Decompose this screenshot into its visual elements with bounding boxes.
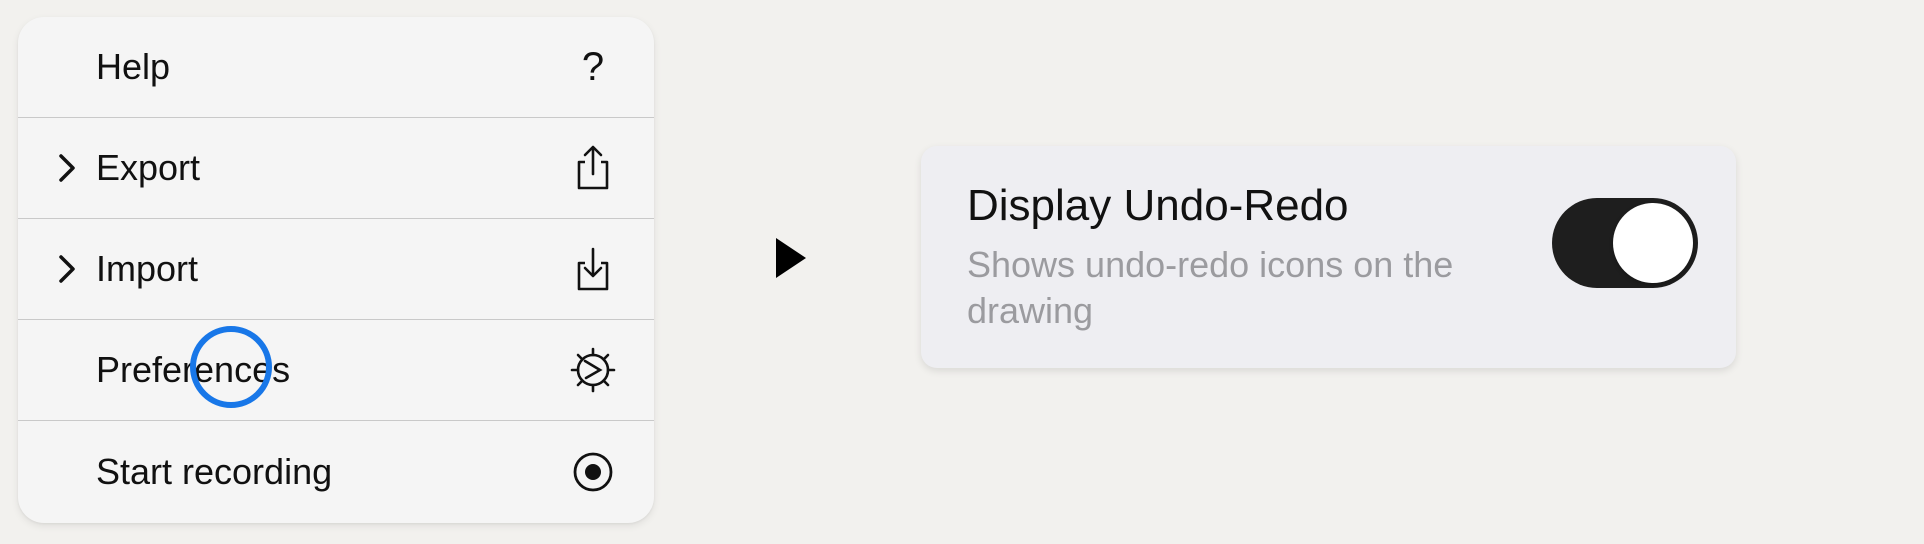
display-undo-redo-setting: Display Undo-Redo Shows undo-redo icons … (921, 146, 1736, 368)
menu-item-label: Help (96, 46, 171, 87)
tray-import-icon (570, 246, 616, 292)
menu-item-label: Preferences (96, 349, 291, 390)
toggle-knob (1613, 203, 1693, 283)
share-export-icon (570, 145, 616, 191)
menu-item-label: Import (96, 248, 199, 289)
context-menu: Help ? Export Import Preferences Start r… (18, 17, 654, 523)
menu-item-label: Export (96, 147, 201, 188)
setting-description: Shows undo-redo icons on the drawing (967, 244, 1454, 331)
record-icon (570, 449, 616, 495)
question-mark-icon: ? (570, 44, 616, 90)
menu-item-preferences[interactable]: Preferences (18, 320, 654, 421)
menu-item-start-recording[interactable]: Start recording (18, 421, 654, 523)
menu-item-import[interactable]: Import (18, 219, 654, 320)
menu-item-export[interactable]: Export (18, 118, 654, 219)
help-glyph: ? (581, 45, 605, 89)
chevron-right-icon (52, 251, 82, 287)
undo-redo-toggle[interactable] (1552, 198, 1698, 288)
play-arrow-icon (776, 238, 806, 278)
gear-icon (570, 347, 616, 393)
chevron-right-icon (52, 150, 82, 186)
menu-item-label: Start recording (96, 451, 333, 492)
setting-title: Display Undo-Redo (967, 181, 1349, 230)
menu-item-help[interactable]: Help ? (18, 17, 654, 118)
